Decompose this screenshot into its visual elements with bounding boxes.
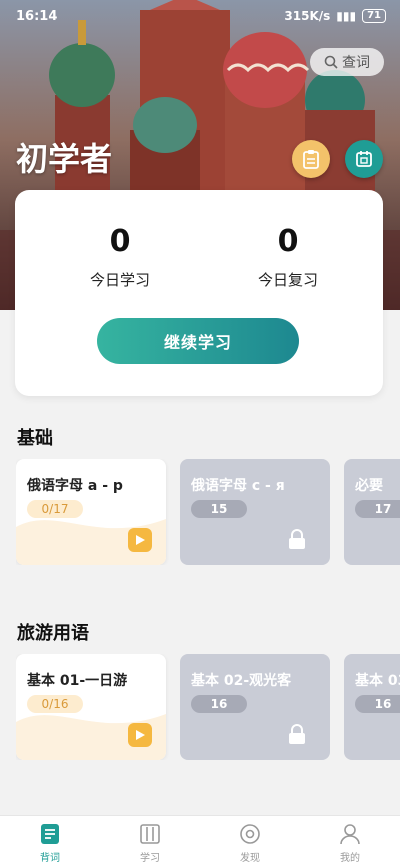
section-title-basics: 基础: [17, 428, 53, 449]
status-time: 16:14: [16, 9, 58, 24]
course-card-title: 俄语字母 c - я: [191, 478, 285, 494]
today-review-label: 今日复习: [257, 271, 318, 289]
net-speed: 315K/s: [284, 9, 331, 23]
nav-item-memorize[interactable]: 背词: [0, 816, 100, 866]
calendar-button[interactable]: [345, 140, 383, 178]
nav-label: 发现: [240, 853, 260, 864]
course-progress-badge: 0/16: [27, 695, 83, 713]
status-right: 315K/s ▮▮▮ 71: [284, 9, 386, 23]
document-icon: [38, 822, 62, 846]
course-row-travel: 基本 01-一日游 0/16 基本 02-观光客 16 基本 03 16: [16, 654, 400, 760]
play-button[interactable]: [128, 723, 152, 747]
course-card[interactable]: 俄语字母 a - p 0/17: [16, 459, 166, 565]
nav-item-mine[interactable]: 我的: [300, 816, 400, 866]
course-count-badge: 16: [355, 695, 400, 713]
play-icon: [136, 535, 145, 545]
books-icon: [138, 822, 162, 846]
play-button[interactable]: [128, 528, 152, 552]
course-count-badge: 16: [191, 695, 247, 713]
person-icon: [338, 822, 362, 846]
bottom-nav: 背词 学习 发现 我的: [0, 815, 400, 866]
today-learn-count: 0: [109, 224, 131, 259]
course-count-badge: 15: [191, 500, 247, 518]
nav-label: 我的: [340, 853, 360, 864]
course-card-locked[interactable]: 俄语字母 c - я 15: [180, 459, 330, 565]
play-icon: [136, 730, 145, 740]
discover-icon: [238, 822, 262, 846]
nav-label: 背词: [40, 853, 60, 864]
course-card-title: 基本 03: [355, 673, 400, 689]
lock-icon: [289, 529, 305, 549]
course-card-locked[interactable]: 基本 03 16: [344, 654, 400, 760]
today-learn-label: 今日学习: [89, 271, 150, 289]
stats-card: 0 今日学习 0 今日复习 继续学习: [15, 190, 383, 396]
status-bar: 16:14 315K/s ▮▮▮ 71: [0, 0, 400, 34]
search-word-button[interactable]: 查词: [310, 48, 384, 76]
notepad-icon: [303, 150, 319, 169]
course-count-badge: 17: [355, 500, 400, 518]
signal-icon: ▮▮▮: [336, 9, 357, 23]
course-card-title: 基本 02-观光客: [191, 673, 292, 689]
course-card-title: 必要: [355, 478, 383, 494]
course-card-title: 基本 01-一日游: [27, 673, 128, 689]
section-title-travel: 旅游用语: [17, 623, 89, 644]
search-icon: [324, 55, 338, 69]
notes-button[interactable]: [292, 140, 330, 178]
today-learn-stat: 0 今日学习: [55, 224, 185, 290]
today-review-count: 0: [277, 224, 299, 259]
nav-label: 学习: [140, 853, 160, 864]
course-card[interactable]: 基本 01-一日游 0/16: [16, 654, 166, 760]
lock-icon: [289, 724, 305, 744]
today-review-stat: 0 今日复习: [223, 224, 353, 290]
course-card-locked[interactable]: 必要 17: [344, 459, 400, 565]
course-card-locked[interactable]: 基本 02-观光客 16: [180, 654, 330, 760]
search-word-label: 查词: [342, 55, 370, 71]
continue-learning-button[interactable]: 继续学习: [97, 318, 299, 364]
course-progress-badge: 0/17: [27, 500, 83, 518]
battery-icon: 71: [362, 9, 386, 23]
page-title: 初学者: [16, 140, 113, 178]
nav-item-study[interactable]: 学习: [100, 816, 200, 866]
nav-item-discover[interactable]: 发现: [200, 816, 300, 866]
course-row-basics: 俄语字母 a - p 0/17 俄语字母 c - я 15 必要 17: [16, 459, 400, 565]
calendar-icon: [356, 151, 372, 167]
course-card-title: 俄语字母 a - p: [27, 478, 123, 494]
